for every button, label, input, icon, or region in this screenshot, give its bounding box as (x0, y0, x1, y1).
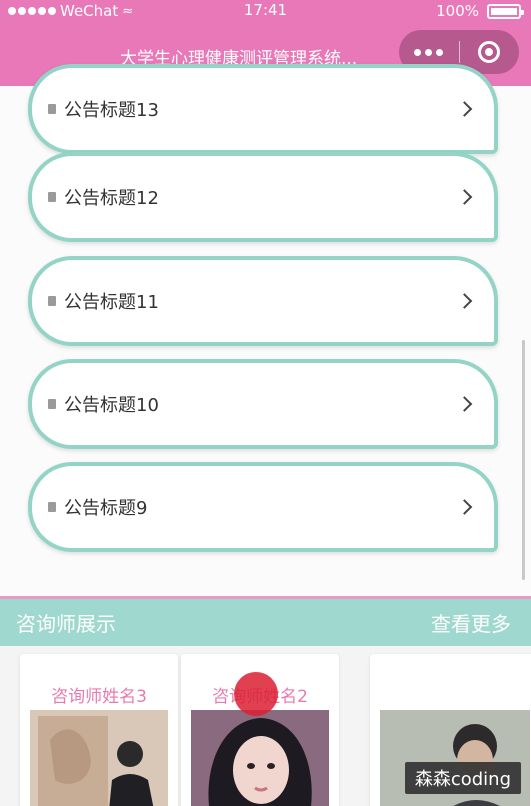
photo-woman-portrait (191, 710, 329, 806)
notice-title: 公告标题11 (64, 292, 159, 313)
photo-man-with-painting (30, 710, 168, 806)
chevron-right-icon (456, 293, 473, 309)
chevron-right-icon (456, 189, 473, 205)
notice-title: 公告标题12 (64, 188, 159, 209)
screen: WeChat ≈ 17:41 100% 大学生心理健康测评管理系统... 公告标… (0, 0, 531, 806)
notice-item[interactable]: 公告标题13 (28, 64, 498, 154)
more-button[interactable] (399, 48, 459, 56)
notice-item[interactable]: 公告标题10 (28, 359, 498, 449)
touch-indicator (234, 672, 278, 716)
counselor-photo (191, 710, 329, 806)
view-more-link[interactable]: 查看更多 (431, 608, 511, 637)
bullet-icon (48, 296, 56, 306)
notice-title: 公告标题9 (64, 498, 148, 519)
notice-item[interactable]: 公告标题9 (28, 462, 498, 552)
scrollbar[interactable] (522, 340, 525, 580)
section-title: 咨询师展示 (16, 612, 116, 636)
notice-title: 公告标题13 (64, 100, 159, 121)
chevron-right-icon (456, 396, 473, 412)
bullet-icon (48, 399, 56, 409)
chevron-right-icon (456, 101, 473, 117)
watermark-label: 森森coding (404, 762, 521, 794)
counselor-section-header: 咨询师展示 查看更多 (0, 596, 531, 646)
battery-area: 100% (436, 2, 524, 20)
battery-icon (487, 3, 524, 19)
chevron-right-icon (456, 499, 473, 515)
battery-percent: 100% (436, 2, 479, 20)
more-dots-icon (414, 48, 422, 56)
notice-title: 公告标题10 (64, 395, 159, 416)
status-bar: WeChat ≈ 17:41 100% (0, 0, 531, 24)
bullet-icon (48, 502, 56, 512)
close-ring-icon (478, 41, 501, 63)
counselor-name: 咨询师姓名3 (51, 687, 147, 707)
close-button[interactable] (459, 41, 519, 63)
counselor-photo (30, 710, 168, 806)
counselor-card[interactable]: 咨询师姓名3 (20, 654, 178, 806)
bullet-icon (48, 104, 56, 114)
bullet-icon (48, 192, 56, 202)
notice-item[interactable]: 公告标题12 (28, 152, 498, 242)
notice-item[interactable]: 公告标题11 (28, 256, 498, 346)
